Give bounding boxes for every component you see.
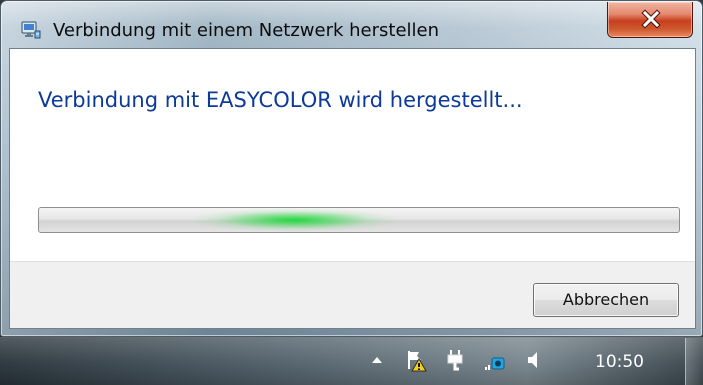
volume-icon[interactable]: [523, 348, 545, 372]
network-connection-icon: [21, 21, 41, 39]
show-desktop-button[interactable]: [685, 338, 703, 385]
progress-marquee: [189, 208, 399, 232]
close-button[interactable]: [607, 2, 693, 38]
show-hidden-icons-icon[interactable]: [369, 352, 385, 368]
cancel-button[interactable]: Abbrechen: [533, 283, 679, 317]
close-icon: [639, 8, 663, 30]
taskbar: 10:50: [0, 337, 703, 385]
connection-dialog-window: Verbindung mit einem Netzwerk herstellen…: [0, 0, 703, 337]
action-center-warning-icon[interactable]: [406, 348, 428, 372]
power-icon[interactable]: [444, 348, 466, 372]
taskbar-clock[interactable]: 10:50: [595, 351, 667, 373]
network-icon[interactable]: [482, 350, 508, 374]
connection-status-text: Verbindung mit EASYCOLOR wird hergestell…: [38, 88, 523, 112]
window-title: Verbindung mit einem Netzwerk herstellen: [53, 20, 440, 41]
dialog-content: Verbindung mit EASYCOLOR wird hergestell…: [9, 48, 696, 329]
dialog-footer: Abbrechen: [10, 261, 695, 328]
title-bar[interactable]: Verbindung mit einem Netzwerk herstellen: [1, 1, 702, 48]
desktop: Verbindung mit einem Netzwerk herstellen…: [0, 0, 703, 385]
connection-progress-bar: [38, 207, 680, 233]
